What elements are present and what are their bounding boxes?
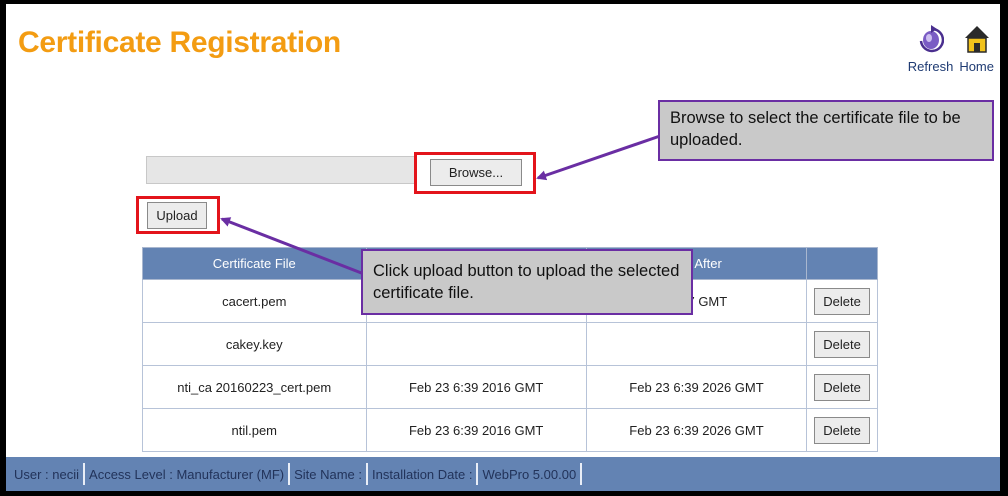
not-after-cell: Feb 23 6:39 2026 GMT [585,365,808,409]
top-nav: Refresh Home [908,24,994,74]
action-cell: Delete [806,365,878,409]
status-user: User : necii [14,466,80,482]
delete-button[interactable]: Delete [814,287,870,315]
app-frame: Certificate Registration Refresh Home Br… [6,4,1000,491]
action-cell: Delete [806,408,878,452]
status-divider [366,463,369,485]
column-header: Certificate File [142,247,367,280]
refresh-button[interactable]: Refresh [907,24,954,74]
page-title: Certificate Registration [18,26,341,59]
browse-arrow [536,134,661,181]
refresh-label: Refresh [907,59,954,74]
table-row: cakey.key Delete [142,322,878,366]
delete-button[interactable]: Delete [814,373,870,401]
action-cell: Delete [806,322,878,366]
cert-file-cell: ntil.pem [142,408,367,452]
status-version: WebPro 5.00.00 [482,466,577,482]
home-icon [964,24,990,59]
browse-highlight [414,152,536,194]
status-installation-date: Installation Date : [372,466,473,482]
table-row: ntil.pem Feb 23 6:39 2016 GMT Feb 23 6:3… [142,408,878,452]
not-after-cell [585,322,808,366]
cert-file-cell: cacert.pem [142,279,367,323]
refresh-icon [918,24,944,59]
status-bar: User : necii Access Level : Manufacturer… [6,457,1000,491]
file-path-input[interactable] [146,156,416,184]
cert-file-cell: cakey.key [142,322,367,366]
home-button[interactable]: Home [959,24,994,74]
status-divider [288,463,291,485]
browse-callout: Browse to select the certificate file to… [658,100,994,161]
not-before-cell [365,322,587,366]
home-label: Home [959,59,994,74]
not-before-cell: Feb 23 6:39 2016 GMT [365,365,587,409]
not-before-cell: Feb 23 6:39 2016 GMT [365,408,587,452]
action-cell: Delete [806,279,878,323]
not-after-cell: Feb 23 6:39 2026 GMT [585,408,808,452]
table-row: nti_ca 20160223_cert.pem Feb 23 6:39 201… [142,365,878,409]
upload-callout: Click upload button to upload the select… [361,249,693,315]
status-site-name: Site Name : [294,466,363,482]
delete-button[interactable]: Delete [814,330,870,358]
upload-highlight [136,196,220,234]
status-divider [580,463,583,485]
status-divider [476,463,479,485]
status-divider [83,463,86,485]
delete-button[interactable]: Delete [814,416,870,444]
column-header [806,247,878,280]
status-access-level: Access Level : Manufacturer (MF) [89,466,285,482]
cert-file-cell: nti_ca 20160223_cert.pem [142,365,367,409]
